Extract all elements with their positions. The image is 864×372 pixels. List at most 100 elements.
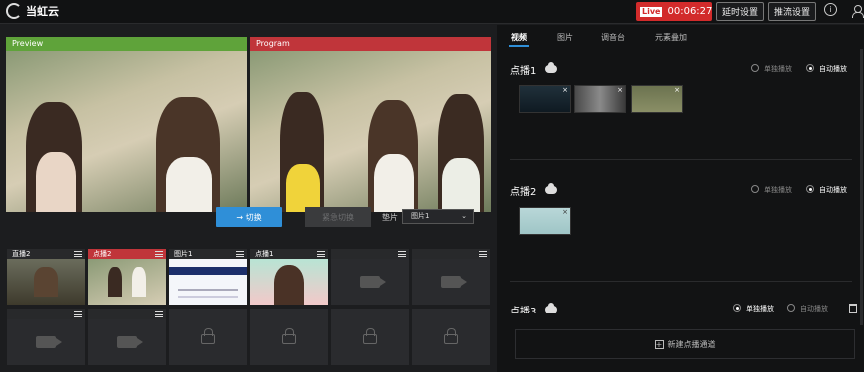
element xyxy=(108,267,122,297)
menu-icon[interactable] xyxy=(155,311,163,317)
menu-icon[interactable] xyxy=(398,251,406,257)
radio-auto[interactable] xyxy=(806,64,814,72)
figure xyxy=(286,164,320,212)
source-cell[interactable]: 图片1 xyxy=(168,248,248,306)
divider xyxy=(510,159,852,160)
source-cell[interactable] xyxy=(411,248,491,306)
tab-image[interactable]: 图片 xyxy=(557,32,573,43)
cloud-upload-icon[interactable] xyxy=(545,183,557,194)
user-icon[interactable] xyxy=(852,5,864,18)
channel-3-row: 点播3 单独播放 自动播放 xyxy=(497,301,864,313)
cell-body xyxy=(331,313,409,359)
radio-single[interactable] xyxy=(751,64,759,72)
cell-head: 点播2 xyxy=(88,249,166,259)
menu-icon[interactable] xyxy=(479,251,487,257)
logo-icon xyxy=(6,3,22,19)
cell-head xyxy=(331,249,409,259)
source-thumbnail xyxy=(88,259,166,305)
lock-icon xyxy=(201,328,215,344)
source-thumbnail xyxy=(331,259,409,305)
close-icon[interactable]: × xyxy=(562,86,568,94)
radio-auto-label: 自动播放 xyxy=(819,186,847,194)
menu-icon[interactable] xyxy=(236,251,244,257)
active-tab-indicator xyxy=(509,45,529,47)
figure xyxy=(374,154,414,212)
lock-icon xyxy=(363,328,377,344)
radio-auto[interactable] xyxy=(787,304,795,312)
resource-panel: 视频 图片 调音台 元素叠加 点播1 单独播放 自动播放 × × × 点播2 单… xyxy=(497,25,864,372)
source-thumbnail xyxy=(412,259,490,305)
switch-button[interactable]: → 切换 xyxy=(216,207,282,227)
menu-icon[interactable] xyxy=(74,311,82,317)
scrollbar[interactable] xyxy=(860,49,863,325)
channel-title: 点播1 xyxy=(510,66,537,77)
source-cell[interactable] xyxy=(330,248,410,306)
channel-title: 点播3 xyxy=(510,307,537,313)
source-label: 点播1 xyxy=(255,250,274,258)
radio-auto[interactable] xyxy=(806,185,814,193)
element xyxy=(132,267,146,297)
source-cell[interactable]: 点播1 xyxy=(249,248,329,306)
radio-auto-label: 自动播放 xyxy=(819,65,847,73)
locked-cell xyxy=(411,308,491,366)
cell-body xyxy=(88,319,166,365)
pad-select[interactable]: 图片1 ⌄ xyxy=(402,209,474,224)
camera-icon xyxy=(441,276,467,288)
close-icon[interactable]: × xyxy=(674,86,680,94)
radio-single-label: 单独播放 xyxy=(746,305,774,313)
info-icon[interactable]: i xyxy=(824,3,837,16)
radio-single[interactable] xyxy=(751,185,759,193)
top-bar: 当虹云 Live 00:06:27 延时设置 推流设置 i xyxy=(0,0,864,24)
radio-single-label: 单独播放 xyxy=(764,186,792,194)
figure xyxy=(166,157,212,212)
clip-thumbnail[interactable]: × xyxy=(519,85,571,113)
new-channel-label: 新建点播通道 xyxy=(667,339,716,349)
new-channel-button[interactable]: + 新建点播通道 xyxy=(515,329,855,359)
source-cell[interactable]: 点播2 xyxy=(87,248,167,306)
clip-thumbnail[interactable]: × xyxy=(574,85,626,113)
source-cell[interactable] xyxy=(6,308,86,366)
emergency-switch-button[interactable]: 紧急切换 xyxy=(305,207,371,227)
cell-head: 直播2 xyxy=(7,249,85,259)
radio-single-label: 单独播放 xyxy=(764,65,792,73)
delay-settings-button[interactable]: 延时设置 xyxy=(716,2,764,21)
source-cell[interactable]: 直播2 xyxy=(6,248,86,306)
clip-thumbnail[interactable]: × xyxy=(519,207,571,235)
radio-single[interactable] xyxy=(733,304,741,312)
cell-head xyxy=(412,249,490,259)
lock-icon xyxy=(282,328,296,344)
preview-monitor: Preview xyxy=(6,37,247,212)
clip-thumbnail[interactable]: × xyxy=(631,85,683,113)
camera-icon xyxy=(36,336,62,348)
divider xyxy=(510,281,852,282)
close-icon[interactable]: × xyxy=(562,208,568,216)
element xyxy=(274,265,304,305)
preview-label: Preview xyxy=(6,37,247,51)
tab-mixer[interactable]: 调音台 xyxy=(601,32,625,43)
pad-label: 垫片 xyxy=(382,213,398,222)
cell-head: 点播1 xyxy=(250,249,328,259)
source-label: 直播2 xyxy=(12,250,31,258)
app-name: 当虹云 xyxy=(26,5,59,18)
figure xyxy=(36,152,76,212)
cloud-upload-icon[interactable] xyxy=(545,62,557,73)
cell-body xyxy=(250,313,328,359)
locked-cell xyxy=(330,308,410,366)
radio-auto-label: 自动播放 xyxy=(800,305,828,313)
stream-settings-button[interactable]: 推流设置 xyxy=(768,2,816,21)
source-thumbnail xyxy=(169,259,247,305)
menu-icon[interactable] xyxy=(317,251,325,257)
source-cell[interactable] xyxy=(87,308,167,366)
menu-icon[interactable] xyxy=(74,251,82,257)
live-badge: Live xyxy=(640,6,663,17)
director-panel: Preview Program → 切换 紧急切换 垫片 图片1 ⌄ 直播2 点… xyxy=(0,25,497,372)
tab-overlay[interactable]: 元素叠加 xyxy=(655,32,687,43)
camera-icon xyxy=(360,276,386,288)
tab-video[interactable]: 视频 xyxy=(511,32,527,43)
cloud-upload-icon[interactable] xyxy=(545,303,557,313)
trash-icon[interactable] xyxy=(849,304,857,313)
program-monitor: Program xyxy=(250,37,491,212)
element xyxy=(34,267,58,297)
menu-icon[interactable] xyxy=(155,251,163,257)
close-icon[interactable]: × xyxy=(617,86,623,94)
